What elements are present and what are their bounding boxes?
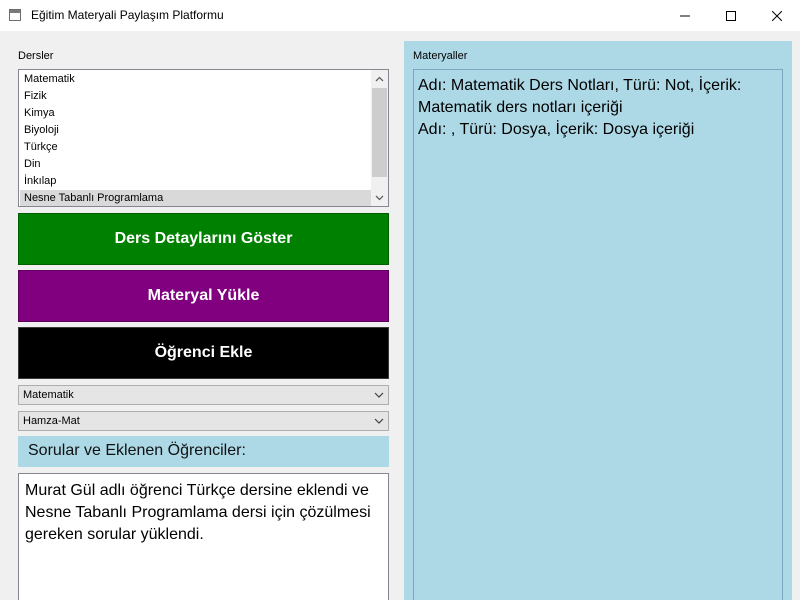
chevron-down-icon — [374, 418, 384, 424]
materials-panel: Materyaller Adı: Matematik Ders Notları,… — [404, 41, 792, 600]
courses-listbox[interactable]: Matematik Fizik Kimya Biyoloji Türkçe Din İnkı… — [18, 69, 389, 207]
course-list-item[interactable]: Nesne Tabanlı Programlama — [20, 190, 371, 206]
student-select-value: Hamza-Mat — [23, 415, 80, 427]
client-area: Dersler Matematik Fizik Kimya Biyoloji Türkç… — [0, 31, 800, 600]
chevron-down-icon — [375, 195, 384, 200]
close-button[interactable] — [754, 0, 800, 31]
course-list-item[interactable]: Türkçe — [20, 139, 371, 156]
courses-label: Dersler — [18, 50, 54, 62]
scroll-up-button[interactable] — [371, 70, 388, 87]
title-bar: Eğitim Materyali Paylaşım Platformu — [0, 0, 800, 31]
show-course-details-button[interactable]: Ders Detaylarını Göster — [18, 213, 389, 265]
questions-textbox[interactable]: Murat Gül adlı öğrenci Türkçe dersine ek… — [18, 473, 389, 600]
course-list: Matematik Fizik Kimya Biyoloji Türkçe Din İnkı… — [20, 71, 371, 206]
course-list-item[interactable]: Kimya — [20, 105, 371, 122]
material-entry: Adı: Matematik Ders Notları, Türü: Not, … — [418, 77, 742, 116]
app-icon — [9, 9, 21, 21]
maximize-button[interactable] — [708, 0, 754, 31]
course-select-value: Matematik — [23, 389, 74, 401]
vertical-scrollbar[interactable] — [371, 70, 388, 206]
upload-material-button[interactable]: Materyal Yükle — [18, 270, 389, 322]
course-list-item[interactable]: İnkılap — [20, 173, 371, 190]
materials-label: Materyaller — [413, 50, 468, 62]
material-entry: Adı: , Türü: Dosya, İçerik: Dosya içeriğ… — [418, 121, 695, 138]
course-list-item[interactable]: Fizik — [20, 88, 371, 105]
scrollbar-thumb[interactable] — [372, 88, 387, 177]
course-list-item[interactable]: Matematik — [20, 71, 371, 88]
minimize-icon — [680, 15, 690, 16]
course-list-item[interactable]: Din — [20, 156, 371, 173]
close-icon — [772, 10, 782, 21]
maximize-icon — [726, 10, 736, 21]
materials-textbox[interactable]: Adı: Matematik Ders Notları, Türü: Not, … — [413, 69, 783, 600]
window-title: Eğitim Materyali Paylaşım Platformu — [31, 8, 224, 22]
course-list-item[interactable]: Biyoloji — [20, 122, 371, 139]
course-select[interactable]: Matematik — [18, 385, 389, 405]
chevron-up-icon — [375, 76, 384, 81]
chevron-down-icon — [374, 392, 384, 398]
questions-label: Sorular ve Eklenen Öğrenciler: — [18, 436, 389, 467]
scroll-down-button[interactable] — [371, 189, 388, 206]
minimize-button[interactable] — [662, 0, 708, 31]
student-select[interactable]: Hamza-Mat — [18, 411, 389, 431]
add-student-button[interactable]: Öğrenci Ekle — [18, 327, 389, 379]
